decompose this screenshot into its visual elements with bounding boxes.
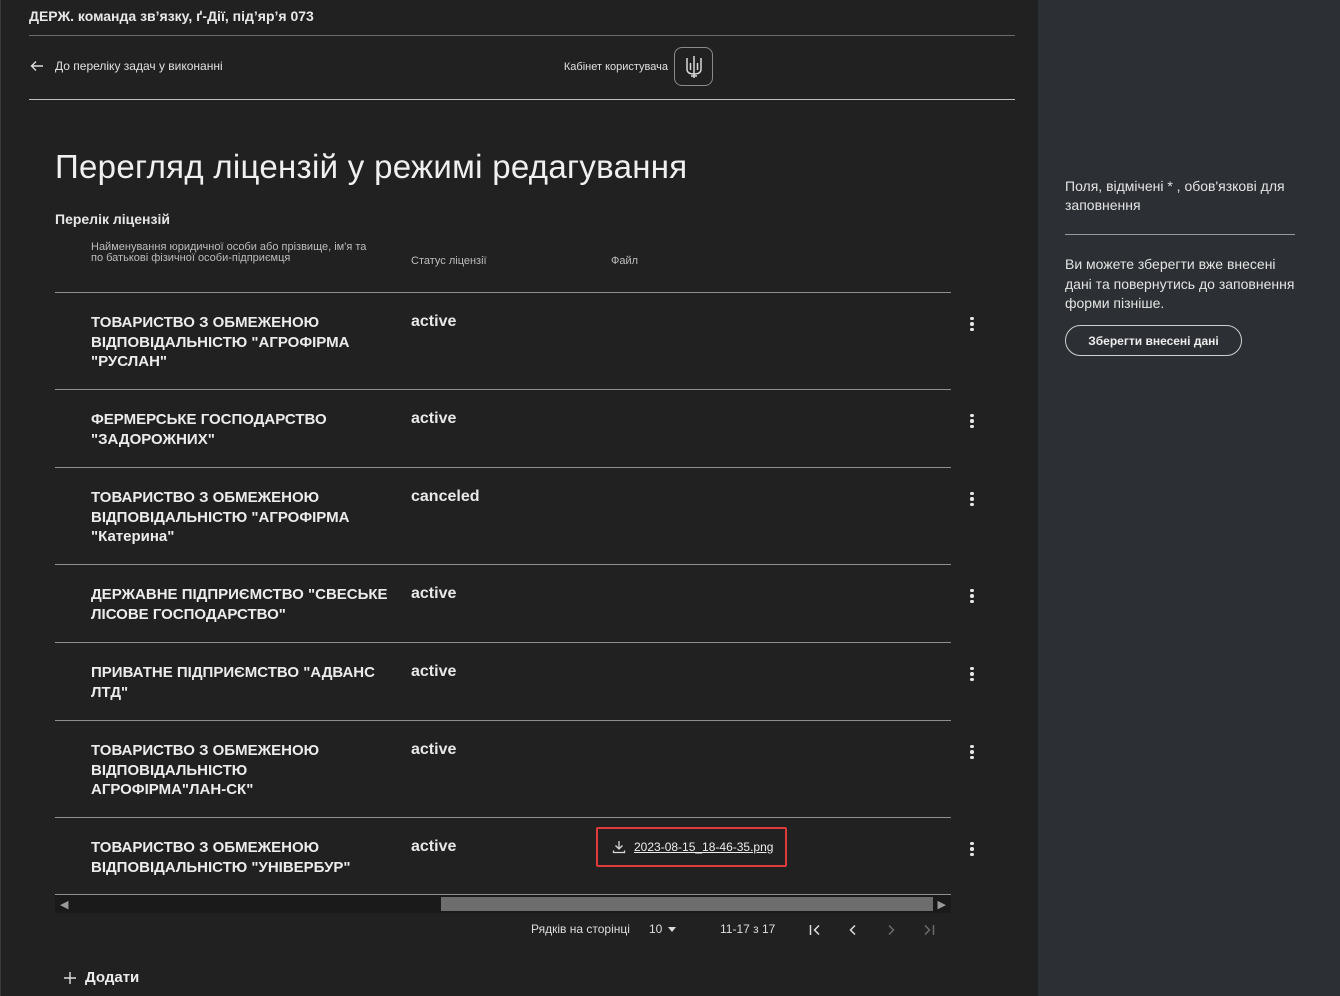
last-page-icon[interactable] (919, 920, 939, 940)
licensee-name: ТОВАРИСТВО З ОБМЕЖЕНОЮ ВІДПОВІДАЛЬНІСТЮ … (91, 742, 320, 798)
main-panel: ДЕРЖ. команда зв’язку, ґ-Дії, під’яр’я 0… (0, 0, 1038, 996)
row-menu-icon[interactable] (963, 315, 981, 333)
arrow-left-icon (30, 61, 43, 71)
horizontal-scrollbar[interactable]: ◀ ▶ (55, 895, 951, 913)
back-link[interactable]: До переліку задач у виконанні (29, 58, 223, 74)
save-draft-button[interactable]: Зберегти внесені дані (1065, 325, 1242, 356)
file-download-link[interactable]: 2023-08-15_18-46-35.png (596, 827, 787, 867)
licensee-name: ДЕРЖАВНЕ ПІДПРИЄМСТВО "СВЕСЬКЕ ЛІСОВЕ ГО… (91, 586, 388, 623)
sidebar-divider (1065, 234, 1295, 235)
column-header-status: Статус ліцензії (411, 255, 487, 267)
table-row: ДЕРЖАВНЕ ПІДПРИЄМСТВО "СВЕСЬКЕ ЛІСОВЕ ГО… (55, 564, 974, 642)
row-menu-icon[interactable] (963, 587, 981, 605)
trident-emblem-icon[interactable] (674, 47, 713, 86)
plus-icon (64, 971, 76, 984)
file-name: 2023-08-15_18-46-35.png (634, 840, 774, 854)
licensee-name: ТОВАРИСТВО З ОБМЕЖЕНОЮ ВІДПОВІДАЛЬНІСТЮ … (91, 489, 350, 545)
prev-page-icon[interactable] (843, 920, 863, 940)
next-page-icon[interactable] (881, 920, 901, 940)
rows-per-page-select[interactable]: 10 (649, 922, 677, 936)
table-row: ТОВАРИСТВО З ОБМЕЖЕНОЮ ВІДПОВІДАЛЬНІСТЮ … (55, 817, 974, 895)
scrollbar-thumb[interactable] (441, 897, 933, 911)
rows-per-page-value: 10 (649, 922, 663, 936)
licensee-name: ТОВАРИСТВО З ОБМЕЖЕНОЮ ВІДПОВІДАЛЬНІСТЮ … (91, 839, 351, 876)
licensee-name: ТОВАРИСТВО З ОБМЕЖЕНОЮ ВІДПОВІДАЛЬНІСТЮ … (91, 314, 350, 370)
license-status: active (411, 741, 457, 758)
license-status: active (411, 585, 457, 602)
user-cabinet[interactable]: Кабінет користувача (564, 47, 713, 86)
scroll-right-icon[interactable]: ▶ (938, 898, 946, 911)
rows-per-page-label: Рядків на сторінці (531, 922, 630, 936)
license-status: active (411, 313, 457, 330)
divider (29, 35, 1015, 36)
download-icon (612, 841, 626, 854)
first-page-icon[interactable] (805, 920, 825, 940)
table-row: ТОВАРИСТВО З ОБМЕЖЕНОЮ ВІДПОВІДАЛЬНІСТЮ … (55, 720, 974, 818)
add-label: Додати (85, 969, 140, 986)
scroll-left-icon[interactable]: ◀ (60, 898, 68, 911)
table-row: ФЕРМЕРСЬКЕ ГОСПОДАРСТВО "ЗАДОРОЖНИХ" act… (55, 389, 974, 467)
header-divider (29, 99, 1015, 100)
caret-down-icon (668, 926, 677, 932)
back-link-label: До переліку задач у виконанні (55, 59, 223, 73)
row-menu-icon[interactable] (963, 490, 981, 508)
row-menu-icon[interactable] (963, 840, 981, 858)
licensee-name: ФЕРМЕРСЬКЕ ГОСПОДАРСТВО "ЗАДОРОЖНИХ" (91, 411, 327, 448)
licensee-name: ПРИВАТНЕ ПІДПРИЄМСТВО "АДВАНС ЛТД" (91, 664, 375, 701)
table-row: ТОВАРИСТВО З ОБМЕЖЕНОЮ ВІДПОВІДАЛЬНІСТЮ … (55, 467, 974, 565)
save-note: Ви можете зберегти вже внесені дані та п… (1065, 256, 1295, 311)
license-status: active (411, 838, 457, 855)
row-menu-icon[interactable] (963, 665, 981, 683)
right-sidebar (1038, 0, 1340, 996)
org-name: ДЕРЖ. команда зв’язку, ґ-Дії, під’яр’я 0… (29, 8, 314, 24)
column-header-file: Файл (611, 255, 639, 267)
license-status: active (411, 410, 457, 427)
row-menu-icon[interactable] (963, 412, 981, 430)
required-fields-note: Поля, відмічені * , обов'язкові для запо… (1065, 178, 1285, 213)
license-status: canceled (411, 488, 480, 505)
table-row: ПРИВАТНЕ ПІДПРИЄМСТВО "АДВАНС ЛТД" activ… (55, 642, 974, 720)
cabinet-label: Кабінет користувача (563, 60, 668, 73)
column-header-name: Найменування юридичної особи або прізвищ… (91, 241, 367, 264)
license-status: active (411, 663, 457, 680)
add-button[interactable]: Додати (63, 969, 139, 986)
page-range: 11-17 з 17 (720, 922, 776, 936)
page-title: Перегляд ліцензій у режимі редагування (55, 148, 688, 185)
row-menu-icon[interactable] (963, 743, 981, 761)
table-row: ТОВАРИСТВО З ОБМЕЖЕНОЮ ВІДПОВІДАЛЬНІСТЮ … (55, 292, 974, 390)
list-label: Перелік ліцензій (55, 211, 170, 227)
